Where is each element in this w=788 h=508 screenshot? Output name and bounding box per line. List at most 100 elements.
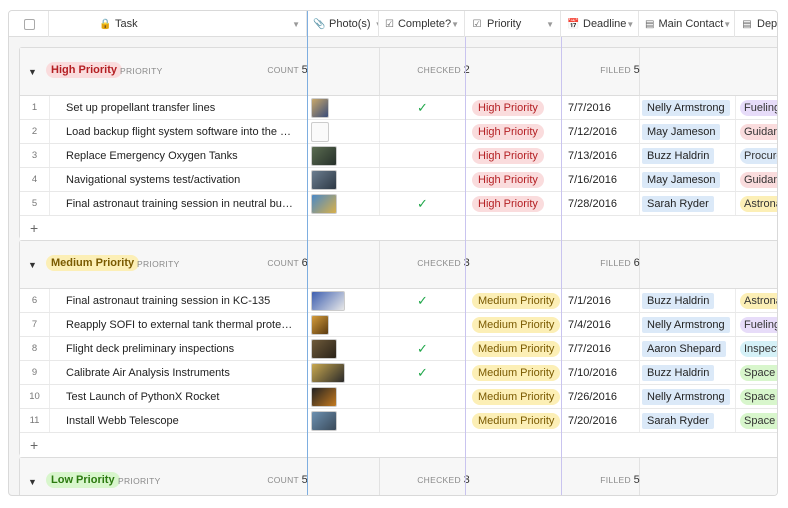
attachment-thumbnail[interactable] [311,97,329,118]
main-contact-cell[interactable]: Nelly Armstrong [640,96,736,119]
department-cell[interactable]: Fueling [736,96,777,119]
task-cell[interactable]: Set up propellant transfer lines [50,96,308,119]
attachment-thumbnail[interactable] [311,169,337,190]
column-header-main-contact[interactable]: ▤ Main Contact ▼ [639,11,735,37]
main-contact-cell[interactable]: Buzz Haldrin [640,144,736,167]
priority-cell[interactable]: Medium Priority [466,289,562,312]
priority-cell[interactable]: High Priority [466,192,562,215]
deadline-cell[interactable]: 7/20/2016 [562,409,640,432]
priority-cell[interactable]: Medium Priority [466,313,562,336]
attachment-thumbnail[interactable] [311,386,337,407]
deadline-cell[interactable]: 7/26/2016 [562,385,640,408]
priority-cell[interactable]: Medium Priority [466,385,562,408]
deadline-cell[interactable]: 7/12/2016 [562,120,640,143]
deadline-cell[interactable]: 7/13/2016 [562,144,640,167]
chevron-down-icon[interactable]: ▼ [546,20,554,29]
collapse-triangle-icon[interactable]: ▼ [28,67,37,77]
deadline-cell[interactable]: 7/10/2016 [562,361,640,384]
photo-cell[interactable] [308,289,380,312]
priority-cell[interactable]: Medium Priority [466,337,562,360]
complete-cell[interactable]: ✓ [380,289,466,312]
complete-cell[interactable]: ✓ [380,96,466,119]
task-cell[interactable]: Navigational systems test/activation [50,168,308,191]
attachment-thumbnail[interactable] [311,193,337,214]
task-cell[interactable]: Replace Emergency Oxygen Tanks [50,144,308,167]
deadline-cell[interactable]: 7/7/2016 [562,96,640,119]
photo-cell[interactable] [308,313,380,336]
department-cell[interactable]: Fueling [736,313,777,336]
collapse-triangle-icon[interactable]: ▼ [28,477,37,487]
department-cell[interactable]: Guidanc [736,168,777,191]
complete-cell[interactable] [380,385,466,408]
chevron-down-icon[interactable]: ▼ [626,20,634,29]
complete-cell[interactable] [380,313,466,336]
department-cell[interactable]: Space T [736,361,777,384]
task-cell[interactable]: Test Launch of PythonX Rocket [50,385,308,408]
collapse-triangle-icon[interactable]: ▼ [28,260,37,270]
frozen-column-divider[interactable] [307,11,308,495]
table-row[interactable]: 8 Flight deck preliminary inspections ✓ Med… [20,337,777,361]
task-cell[interactable]: Load backup flight system software into … [50,120,308,143]
chevron-down-icon[interactable]: ▼ [451,20,459,29]
column-header-task[interactable]: 🔒 Task ▼ [49,11,307,37]
priority-cell[interactable]: Medium Priority [466,361,562,384]
table-row[interactable]: 9 Calibrate Air Analysis Instruments ✓ Medi… [20,361,777,385]
chevron-down-icon[interactable]: ▼ [723,20,731,29]
department-cell[interactable]: Space T [736,385,777,408]
add-row-button[interactable]: + [20,433,777,457]
photo-cell[interactable] [308,120,380,143]
attachment-thumbnail[interactable] [311,338,337,359]
complete-cell[interactable]: ✓ [380,192,466,215]
complete-cell[interactable]: ✓ [380,337,466,360]
attachment-thumbnail[interactable] [311,410,337,431]
complete-cell[interactable] [380,168,466,191]
complete-cell[interactable]: ✓ [380,361,466,384]
department-cell[interactable]: Space T [736,409,777,432]
group-header[interactable]: ▼ High Priority PRIORITY COUNT 5 CHECKED 2 FI… [20,48,777,96]
department-cell[interactable]: Inspecti [736,337,777,360]
table-row[interactable]: 7 Reapply SOFI to external tank thermal p… [20,313,777,337]
table-row[interactable]: 11 Install Webb Telescope Medium Priority 7… [20,409,777,433]
priority-cell[interactable]: High Priority [466,96,562,119]
department-cell[interactable]: Astrona [736,289,777,312]
department-cell[interactable]: Procure [736,144,777,167]
column-header-deadline[interactable]: 📅 Deadline ▼ [561,11,639,37]
photo-cell[interactable] [308,96,380,119]
deadline-cell[interactable]: 7/4/2016 [562,313,640,336]
table-row[interactable]: 10 Test Launch of PythonX Rocket Medium Pr… [20,385,777,409]
column-header-photos[interactable]: 📎 Photo(s) ▼ [307,11,379,37]
add-row-button[interactable]: + [20,216,777,240]
table-row[interactable]: 2 Load backup flight system software into… [20,120,777,144]
main-contact-cell[interactable]: May Jameson [640,120,736,143]
column-header-complete[interactable]: ☑ Complete? ▼ [379,11,465,37]
priority-cell[interactable]: Medium Priority [466,409,562,432]
deadline-cell[interactable]: 7/1/2016 [562,289,640,312]
main-contact-cell[interactable]: Nelly Armstrong [640,313,736,336]
task-cell[interactable]: Calibrate Air Analysis Instruments [50,361,308,384]
complete-cell[interactable] [380,144,466,167]
main-contact-cell[interactable]: Buzz Haldrin [640,289,736,312]
photo-cell[interactable] [308,192,380,215]
select-all-header[interactable] [9,11,49,37]
table-row[interactable]: 4 Navigational systems test/activation Hig… [20,168,777,192]
chevron-down-icon[interactable]: ▼ [292,20,300,29]
column-header-priority[interactable]: ☑ Priority ▼ [465,11,561,37]
photo-cell[interactable] [308,409,380,432]
table-row[interactable]: 1 Set up propellant transfer lines ✓ High P… [20,96,777,120]
group-header[interactable]: ▼ Medium Priority PRIORITY COUNT 6 CHECKED 3… [20,241,777,289]
task-cell[interactable]: Final astronaut training session in neut… [50,192,308,215]
photo-cell[interactable] [308,385,380,408]
complete-cell[interactable] [380,409,466,432]
deadline-cell[interactable]: 7/16/2016 [562,168,640,191]
deadline-cell[interactable]: 7/7/2016 [562,337,640,360]
priority-cell[interactable]: High Priority [466,168,562,191]
photo-cell[interactable] [308,168,380,191]
attachment-thumbnail[interactable] [311,314,329,335]
complete-cell[interactable] [380,120,466,143]
deadline-cell[interactable]: 7/28/2016 [562,192,640,215]
group-header[interactable]: ▼ Low Priority PRIORITY COUNT 5 CHECKED 3 FIL… [20,458,777,495]
attachment-thumbnail[interactable] [311,290,345,311]
table-row[interactable]: 3 Replace Emergency Oxygen Tanks High Prio… [20,144,777,168]
task-cell[interactable]: Flight deck preliminary inspections [50,337,308,360]
main-contact-cell[interactable]: Buzz Haldrin [640,361,736,384]
